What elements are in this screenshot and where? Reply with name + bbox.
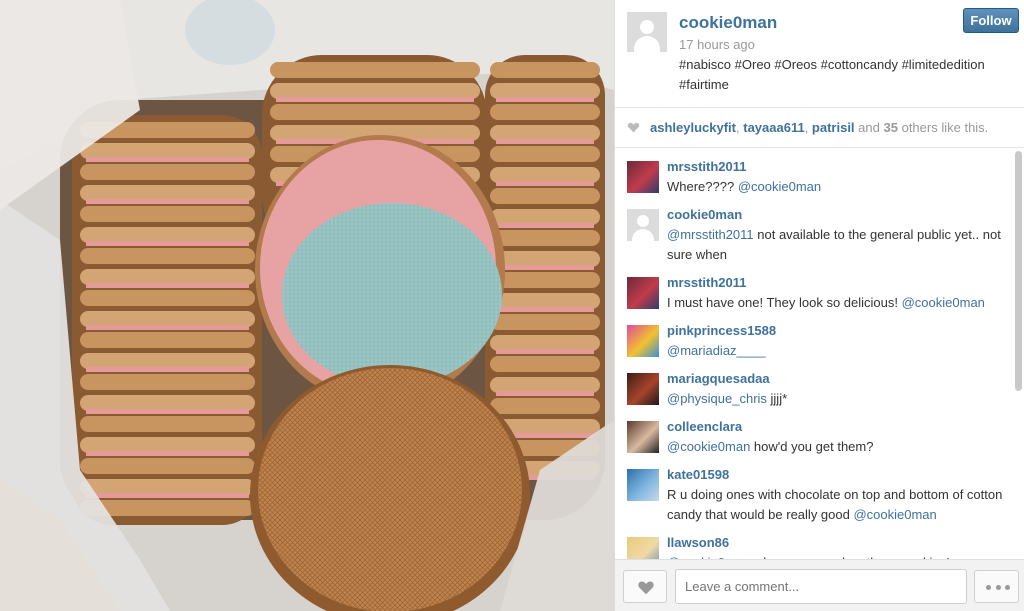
likes-others-count[interactable]: 35	[884, 120, 898, 135]
commenter-username[interactable]: kate01598	[667, 467, 729, 482]
commenter-avatar[interactable]	[627, 373, 659, 405]
mention-link[interactable]: @cookie0man	[853, 507, 936, 522]
commenter-avatar[interactable]	[627, 277, 659, 309]
default-user-icon	[637, 215, 649, 227]
comment-body: Where????	[667, 179, 738, 194]
cookie-stack-left	[72, 115, 262, 525]
comment-body: how'd you get them?	[750, 439, 874, 454]
pink-cookie	[255, 135, 505, 405]
mention-link[interactable]: @mrsstith2011	[667, 227, 754, 242]
comment-text: I must have one! They look so delicious!…	[667, 293, 1007, 313]
comment-body: I must have one! They look so delicious!	[667, 295, 902, 310]
commenter-username[interactable]: pinkprincess1588	[667, 323, 776, 338]
post-header: cookie0man 17 hours ago #nabisco #Oreo #…	[615, 0, 1024, 108]
post-photo[interactable]	[0, 0, 614, 611]
oreo-cookies-image	[0, 0, 614, 611]
likes-and: and	[858, 120, 880, 135]
liker-username[interactable]: ashleyluckyfit	[650, 120, 736, 135]
mention-link[interactable]: @physique_chris	[667, 391, 767, 406]
heart-icon	[627, 122, 640, 133]
likes-line: ashleyluckyfit, tayaaa611, patrisil and …	[650, 120, 989, 135]
post-timestamp[interactable]: 17 hours ago	[679, 37, 755, 52]
commenter-avatar[interactable]	[627, 537, 659, 559]
comment-bar	[615, 559, 1024, 611]
more-options-button[interactable]	[974, 570, 1019, 603]
comments-list[interactable]: mrsstith2011 Where???? @cookie0man cookie0…	[615, 149, 1024, 559]
liker-username[interactable]: patrisil	[812, 120, 855, 135]
comment-body: R u doing ones with chocolate on top and…	[667, 487, 1003, 522]
caption-text: #nabisco #Oreo #Oreos #cottoncandy #limi…	[679, 57, 985, 92]
comments-scrollbar[interactable]	[1015, 151, 1022, 391]
mention-link[interactable]: @cookie0man	[902, 295, 985, 310]
comment-text: @mrsstith2011 not available to the gener…	[667, 225, 1007, 265]
default-user-icon	[640, 20, 654, 34]
heart-icon	[638, 581, 654, 595]
commenter-avatar[interactable]	[627, 325, 659, 357]
commenter-username[interactable]: mrsstith2011	[667, 275, 747, 290]
comment-text: Where???? @cookie0man	[667, 177, 1007, 197]
liker-username[interactable]: tayaaa611	[743, 120, 804, 135]
post-details-panel: cookie0man 17 hours ago #nabisco #Oreo #…	[614, 0, 1024, 611]
comment-text: @mariadiaz____	[667, 341, 1007, 361]
comment-text: @physique_chris jjjj*	[667, 389, 1007, 409]
commenter-avatar[interactable]	[627, 469, 659, 501]
mention-link[interactable]: @cookie0man	[738, 179, 821, 194]
likes-summary: ashleyluckyfit, tayaaa611, patrisil and …	[615, 108, 1024, 148]
mention-link[interactable]: @mariadiaz____	[667, 343, 765, 358]
commenter-username[interactable]: colleenclara	[667, 419, 742, 434]
like-button[interactable]	[623, 570, 667, 603]
commenter-avatar[interactable]	[627, 421, 659, 453]
comment-input[interactable]	[675, 569, 967, 604]
likes-others-text: others like this.	[901, 120, 989, 135]
commenter-avatar[interactable]	[627, 209, 659, 241]
comment-text: @cookie0man how'd you get them?	[667, 437, 1007, 457]
commenter-avatar[interactable]	[627, 161, 659, 193]
comment-body: jjjj*	[766, 391, 788, 406]
commenter-username[interactable]: cookie0man	[667, 207, 742, 222]
commenter-username[interactable]: mariagquesadaa	[667, 371, 770, 386]
commenter-username[interactable]: llawson86	[667, 535, 729, 550]
commenter-username[interactable]: mrsstith2011	[667, 159, 747, 174]
follow-button[interactable]: Follow	[963, 8, 1019, 33]
owner-avatar[interactable]	[627, 12, 667, 52]
mention-link[interactable]: @cookie0man	[667, 439, 750, 454]
comment-text: R u doing ones with chocolate on top and…	[667, 485, 1007, 525]
ellipsis-icon	[986, 585, 1010, 590]
post-caption: #nabisco #Oreo #Oreos #cottoncandy #limi…	[679, 55, 1019, 95]
owner-username[interactable]: cookie0man	[679, 13, 777, 33]
